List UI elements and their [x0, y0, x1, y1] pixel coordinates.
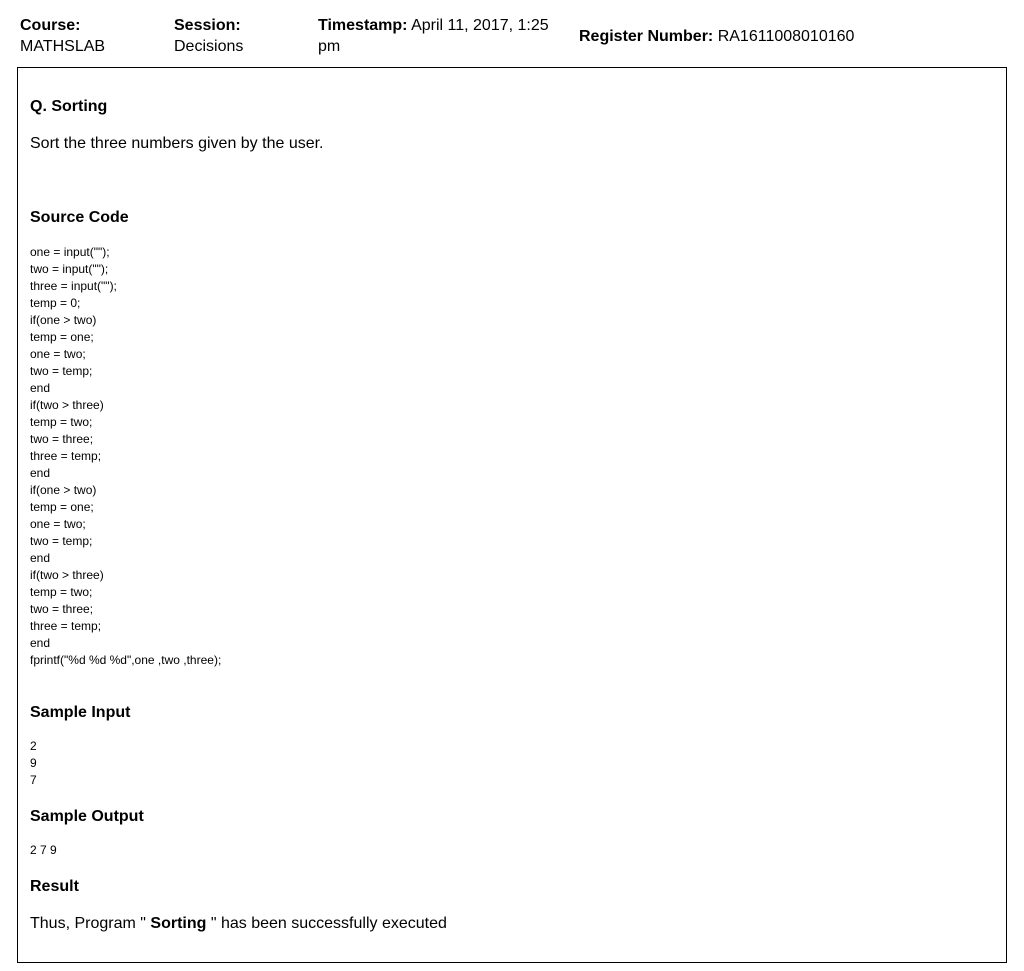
report-header: Course: MATHSLAB Session: Decisions Time… [20, 15, 1010, 59]
source-code-title: Source Code [30, 209, 129, 226]
code-line: three = input(""); [30, 279, 117, 293]
code-line: end [30, 551, 51, 565]
sample-output-line: 2 7 9 [30, 843, 57, 857]
code-line: if(one > two) [30, 483, 97, 497]
sample-input-title: Sample Input [30, 704, 131, 721]
register-label: Register Number: [579, 28, 714, 45]
question-description: Sort the three numbers given by the user… [30, 135, 324, 152]
sample-output-block: 2 7 9 [30, 842, 57, 859]
sample-input-line: 9 [30, 756, 37, 770]
sample-input-line: 7 [30, 773, 37, 787]
code-line: if(two > three) [30, 398, 104, 412]
result-prefix: Thus, Program " [30, 915, 151, 932]
timestamp-label: Timestamp: [318, 17, 408, 34]
session-value: Decisions [174, 38, 244, 55]
sample-input-block: 2 9 7 [30, 738, 37, 789]
course-value: MATHSLAB [20, 38, 106, 55]
code-line: fprintf("%d %d %d",one ,two ,three); [30, 653, 222, 667]
code-line: end [30, 466, 51, 480]
report-body: Q. Sorting Sort the three numbers given … [17, 67, 1007, 963]
code-line: if(two > three) [30, 568, 104, 582]
code-line: three = temp; [30, 449, 102, 463]
code-line: two = temp; [30, 534, 93, 548]
sample-input-line: 2 [30, 739, 37, 753]
result-suffix: " has been successfully executed [206, 915, 447, 932]
code-line: two = three; [30, 602, 94, 616]
session-label: Session: [174, 17, 241, 34]
code-line: temp = one; [30, 330, 94, 344]
sample-output-title: Sample Output [30, 808, 144, 825]
course-info: Course: MATHSLAB [20, 15, 160, 57]
code-line: two = three; [30, 432, 94, 446]
result-program-name: Sorting [150, 915, 207, 932]
code-line: three = temp; [30, 619, 102, 633]
source-code-block: one = input(""); two = input(""); three = … [30, 244, 221, 669]
course-label: Course: [20, 17, 81, 34]
code-line: one = two; [30, 347, 86, 361]
result-message: Thus, Program " Sorting " has been succe… [30, 914, 447, 934]
code-line: temp = 0; [30, 296, 81, 310]
timestamp-info: Timestamp: April 11, 2017, 1:25 pm [318, 15, 568, 57]
code-line: end [30, 381, 51, 395]
code-line: temp = two; [30, 585, 93, 599]
register-info: Register Number: RA1611008010160 [579, 26, 999, 47]
code-line: two = input(""); [30, 262, 109, 276]
code-line: if(one > two) [30, 313, 97, 327]
code-line: two = temp; [30, 364, 93, 378]
register-value: RA1611008010160 [717, 28, 855, 45]
code-line: temp = one; [30, 500, 94, 514]
code-line: temp = two; [30, 415, 93, 429]
result-title: Result [30, 878, 79, 895]
code-line: one = input(""); [30, 245, 110, 259]
code-line: one = two; [30, 517, 86, 531]
session-info: Session: Decisions [174, 15, 304, 57]
code-line: end [30, 636, 51, 650]
question-title: Q. Sorting [30, 98, 108, 115]
